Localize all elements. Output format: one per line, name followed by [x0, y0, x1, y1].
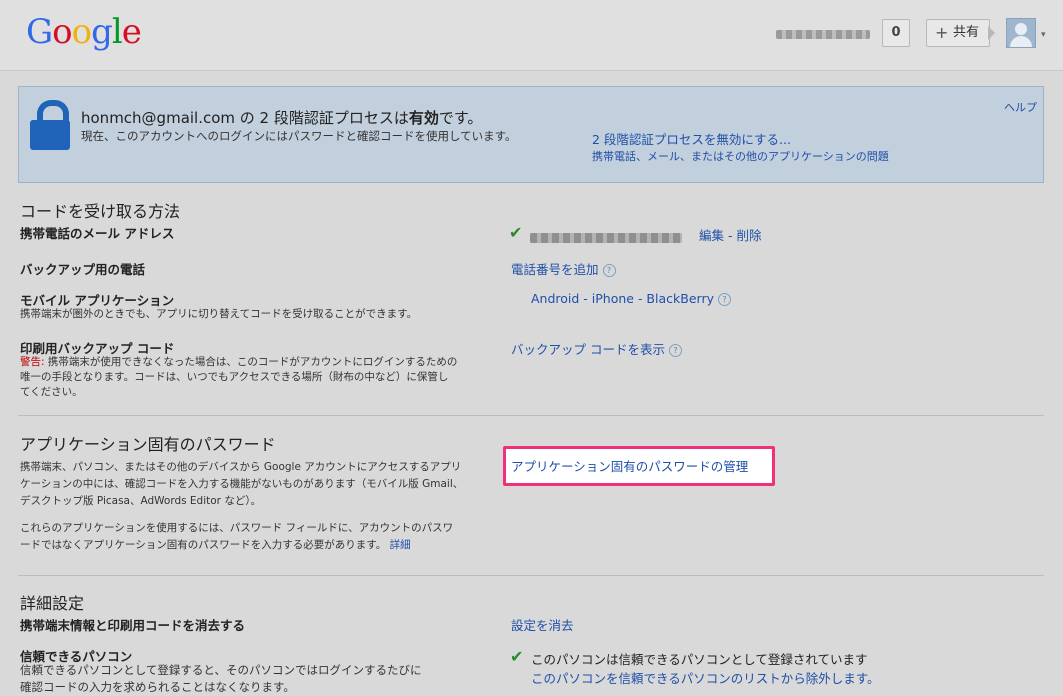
- manage-app-passwords-link[interactable]: アプリケーション固有のパスワードの管理: [511, 456, 748, 475]
- check-icon: ✔: [509, 223, 523, 242]
- mobile-app-row: Android - iPhone - BlackBerry?: [531, 291, 731, 306]
- warning-label: 警告:: [20, 356, 45, 368]
- check-icon: ✔: [510, 647, 524, 666]
- backup-codes-row: バックアップ コードを表示?: [511, 339, 682, 358]
- show-backup-codes-link[interactable]: バックアップ コードを表示: [511, 342, 665, 357]
- google-logo[interactable]: Google: [26, 12, 142, 52]
- trusted-computer-desc: 信頼できるパソコンとして登録すると、そのパソコンではログインするたびに 確認コー…: [20, 663, 422, 694]
- edit-link[interactable]: 編集: [699, 228, 724, 243]
- top-bar: Google 0 + 共有 ▾: [0, 0, 1063, 71]
- clear-info-label: 携帯端末情報と印刷用コードを消去する: [20, 618, 246, 633]
- printed-codes-desc: 警告: 携帯端末が使用できなくなった場合は、このコードがアカウントにログインする…: [20, 356, 458, 398]
- backup-phone-label: バックアップ用の電話: [20, 262, 146, 277]
- avatar-head: [1015, 23, 1027, 35]
- chevron-down-icon[interactable]: ▾: [1041, 30, 1046, 40]
- avatar[interactable]: [1006, 18, 1036, 48]
- problems-link[interactable]: 携帯電話、メール、またはその他のアプリケーションの問題: [592, 148, 889, 164]
- mobile-email-blurred: [530, 228, 682, 247]
- clear-settings-link[interactable]: 設定を消去: [511, 615, 574, 634]
- add-phone-row: 電話番号を追加?: [511, 259, 616, 278]
- notification-count-button[interactable]: 0: [882, 19, 910, 47]
- section-divider: [18, 415, 1044, 416]
- details-link[interactable]: 詳細: [390, 539, 411, 551]
- section-divider: [18, 575, 1044, 576]
- delete-link[interactable]: 削除: [736, 228, 761, 243]
- add-phone-link[interactable]: 電話番号を追加: [511, 262, 599, 277]
- share-arrow: [988, 26, 995, 40]
- disable-two-step-link[interactable]: 2 段階認証プロセスを無効にする...: [592, 129, 791, 148]
- advanced-settings-title: 詳細設定: [20, 594, 85, 613]
- app-password-desc: 携帯端末、パソコン、またはその他のデバイスから Google アカウントにアクセ…: [20, 461, 464, 507]
- help-link[interactable]: ヘルプ: [1004, 99, 1037, 115]
- receive-codes-title: コードを受け取る方法: [20, 202, 181, 221]
- banner-title: honmch@gmail.com の 2 段階認証プロセスは有効です。: [81, 109, 483, 127]
- trusted-status: このパソコンは信頼できるパソコンとして登録されています: [531, 652, 868, 667]
- share-label: 共有: [953, 25, 980, 40]
- avatar-body: [1010, 36, 1032, 47]
- help-icon[interactable]: ?: [668, 344, 682, 357]
- help-icon[interactable]: ?: [717, 293, 731, 306]
- mobile-email-label: 携帯電話のメール アドレス: [20, 226, 175, 241]
- app-password-usage-desc: これらのアプリケーションを使用するには、パスワード フィールドに、アカウントのパ…: [20, 522, 454, 551]
- help-icon[interactable]: ?: [602, 264, 616, 277]
- share-button[interactable]: + 共有: [926, 19, 990, 47]
- remove-trusted-link[interactable]: このパソコンを信頼できるパソコンのリストから除外します。: [531, 668, 880, 687]
- plus-icon: +: [935, 23, 949, 42]
- mobile-app-desc: 携帯端末が圏外のときでも、アプリに切り替えてコードを受け取ることができます。: [20, 308, 418, 320]
- banner-subtitle: 現在、このアカウントへのログインにはパスワードと確認コードを使用しています。: [81, 129, 517, 143]
- mobile-email-actions: 編集 - 削除: [699, 228, 762, 243]
- lock-icon: [30, 100, 70, 150]
- account-name-blurred[interactable]: [776, 30, 870, 39]
- mobile-app-platforms-link[interactable]: Android - iPhone - BlackBerry: [531, 291, 714, 306]
- app-password-title: アプリケーション固有のパスワード: [20, 435, 276, 454]
